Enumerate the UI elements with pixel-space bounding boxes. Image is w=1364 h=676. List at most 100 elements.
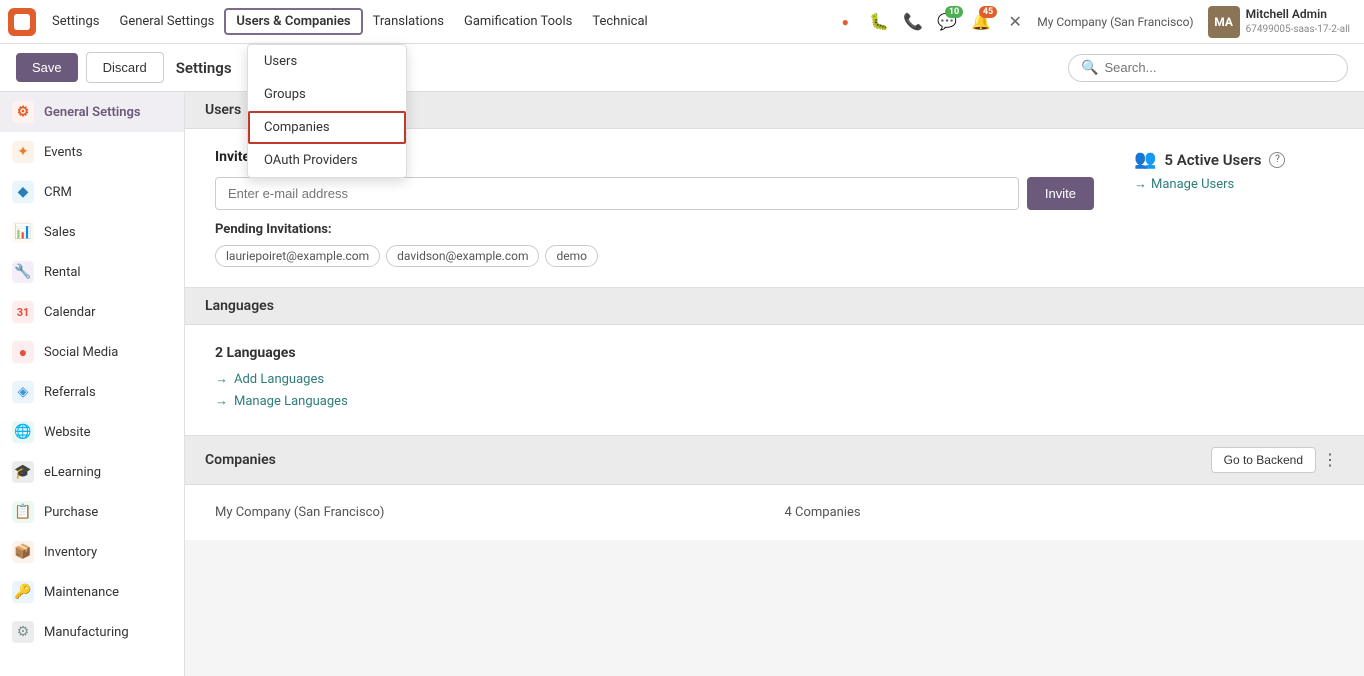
manage-users-link[interactable]: → Manage Users bbox=[1134, 176, 1334, 192]
discard-button[interactable]: Discard bbox=[86, 52, 164, 83]
sidebar-label-referrals: Referrals bbox=[44, 385, 96, 400]
nav-users-companies[interactable]: Users & Companies bbox=[224, 8, 362, 35]
app-logo[interactable] bbox=[8, 8, 36, 36]
nav-gamification-tools[interactable]: Gamification Tools bbox=[454, 10, 582, 33]
add-languages-label: Add Languages bbox=[234, 372, 324, 387]
user-id: 67499005-saas-17-2-all bbox=[1246, 23, 1350, 36]
sidebar-item-website[interactable]: 🌐 Website bbox=[0, 412, 184, 452]
general-settings-icon: ⚙ bbox=[12, 101, 34, 123]
pending-tag[interactable]: lauriepoiret@example.com bbox=[215, 245, 380, 267]
arrow-right-icon: → bbox=[1134, 176, 1147, 192]
sidebar-label-inventory: Inventory bbox=[44, 545, 97, 560]
nav-general-settings[interactable]: General Settings bbox=[109, 10, 224, 33]
nav-technical[interactable]: Technical bbox=[582, 10, 657, 33]
referrals-icon: ◈ bbox=[12, 381, 34, 403]
rental-icon: 🔧 bbox=[12, 261, 34, 283]
save-button[interactable]: Save bbox=[16, 53, 78, 82]
sidebar-label-sales: Sales bbox=[44, 225, 76, 240]
arrow-right-icon: → bbox=[215, 393, 228, 409]
sidebar-item-inventory[interactable]: 📦 Inventory bbox=[0, 532, 184, 572]
activity-icon[interactable]: 🔔45 bbox=[967, 8, 995, 36]
sidebar-item-calendar[interactable]: 31 Calendar bbox=[0, 292, 184, 332]
companies-section-body: My Company (San Francisco) 4 Companies bbox=[185, 485, 1364, 540]
maintenance-icon: 🔑 bbox=[12, 581, 34, 603]
sidebar-item-crm[interactable]: ◆ CRM bbox=[0, 172, 184, 212]
languages-count: 2 Languages bbox=[215, 345, 1334, 361]
companies-count-cell: 4 Companies bbox=[785, 505, 1335, 520]
sidebar-label-manufacturing: Manufacturing bbox=[44, 625, 129, 640]
company-name[interactable]: My Company (San Francisco) bbox=[1029, 15, 1201, 29]
nav-translations[interactable]: Translations bbox=[363, 10, 454, 33]
sidebar-label-maintenance: Maintenance bbox=[44, 585, 119, 600]
invite-button[interactable]: Invite bbox=[1027, 177, 1094, 210]
search-icon: 🔍 bbox=[1081, 60, 1098, 76]
user-name: Mitchell Admin bbox=[1246, 7, 1350, 23]
companies-section-header: Companies Go to Backend ⋮ bbox=[185, 436, 1364, 485]
sidebar-item-events[interactable]: ✦ Events bbox=[0, 132, 184, 172]
active-users-count: 5 Active Users bbox=[1164, 151, 1261, 169]
manage-languages-label: Manage Languages bbox=[234, 394, 348, 409]
sidebar-label-social-media: Social Media bbox=[44, 345, 118, 360]
dropdown-users[interactable]: Users bbox=[248, 45, 406, 78]
sidebar-label-elearning: eLearning bbox=[44, 465, 101, 480]
dropdown-companies[interactable]: Companies bbox=[248, 111, 406, 144]
users-companies-dropdown: Users Groups Companies OAuth Providers bbox=[247, 44, 407, 178]
manage-users-label: Manage Users bbox=[1151, 177, 1234, 192]
sidebar-item-manufacturing[interactable]: ⚙ Manufacturing bbox=[0, 612, 184, 652]
languages-section-header: Languages bbox=[185, 288, 1364, 325]
toolbar: Save Discard Settings 🔍 bbox=[0, 44, 1364, 92]
sidebar-item-elearning[interactable]: 🎓 eLearning bbox=[0, 452, 184, 492]
sidebar-item-sales[interactable]: 📊 Sales bbox=[0, 212, 184, 252]
avatar: MA bbox=[1208, 6, 1240, 38]
sidebar-item-social-media[interactable]: ● Social Media bbox=[0, 332, 184, 372]
email-input[interactable] bbox=[215, 177, 1019, 210]
nav-settings[interactable]: Settings bbox=[42, 10, 109, 33]
purchase-icon: 📋 bbox=[12, 501, 34, 523]
sidebar-item-purchase[interactable]: 📋 Purchase bbox=[0, 492, 184, 532]
phone-icon[interactable]: 📞 bbox=[899, 8, 927, 36]
user-menu[interactable]: MA Mitchell Admin 67499005-saas-17-2-all bbox=[1202, 6, 1356, 38]
dropdown-groups[interactable]: Groups bbox=[248, 78, 406, 111]
add-languages-link[interactable]: → Add Languages bbox=[215, 371, 1334, 387]
chat-icon[interactable]: 💬10 bbox=[933, 8, 961, 36]
sidebar-label-purchase: Purchase bbox=[44, 505, 98, 520]
arrow-right-icon: → bbox=[215, 371, 228, 387]
sales-icon: 📊 bbox=[12, 221, 34, 243]
manage-languages-link[interactable]: → Manage Languages bbox=[215, 393, 1334, 409]
pending-label: Pending Invitations: bbox=[215, 222, 1094, 237]
sidebar-item-general-settings[interactable]: ⚙ General Settings bbox=[0, 92, 184, 132]
social-media-icon: ● bbox=[12, 341, 34, 363]
website-icon: 🌐 bbox=[12, 421, 34, 443]
top-navigation: Settings General Settings Users & Compan… bbox=[0, 0, 1364, 44]
search-box[interactable]: 🔍 bbox=[1068, 54, 1348, 82]
active-users-section: 👥 5 Active Users ? → Manage Users bbox=[1134, 149, 1334, 192]
dropdown-oauth-providers[interactable]: OAuth Providers bbox=[248, 144, 406, 177]
sidebar-item-maintenance[interactable]: 🔑 Maintenance bbox=[0, 572, 184, 612]
go-to-backend-button[interactable]: Go to Backend bbox=[1211, 447, 1316, 473]
close-icon[interactable]: ✕ bbox=[1001, 8, 1029, 36]
sidebar-item-referrals[interactable]: ◈ Referrals bbox=[0, 372, 184, 412]
elearning-icon: 🎓 bbox=[12, 461, 34, 483]
manufacturing-icon: ⚙ bbox=[12, 621, 34, 643]
bug-icon[interactable]: 🐛 bbox=[865, 8, 893, 36]
sidebar: ⚙ General Settings ✦ Events ◆ CRM 📊 Sale… bbox=[0, 92, 185, 676]
inventory-icon: 📦 bbox=[12, 541, 34, 563]
search-input[interactable] bbox=[1104, 60, 1335, 75]
languages-section-body: 2 Languages → Add Languages → Manage Lan… bbox=[185, 325, 1364, 436]
events-icon: ✦ bbox=[12, 141, 34, 163]
help-icon[interactable]: ? bbox=[1269, 152, 1285, 168]
pending-tag[interactable]: davidson@example.com bbox=[386, 245, 539, 267]
activity-badge: 45 bbox=[979, 6, 997, 18]
sidebar-label-crm: CRM bbox=[44, 185, 72, 200]
crm-icon: ◆ bbox=[12, 181, 34, 203]
chat-badge: 10 bbox=[945, 6, 963, 18]
pending-tags: lauriepoiret@example.com davidson@exampl… bbox=[215, 245, 1094, 267]
page-title: Settings bbox=[176, 59, 232, 77]
company-name-cell: My Company (San Francisco) bbox=[215, 505, 765, 520]
sidebar-label-calendar: Calendar bbox=[44, 305, 96, 320]
status-red-icon[interactable]: ● bbox=[831, 8, 859, 36]
pending-tag[interactable]: demo bbox=[545, 245, 598, 267]
sidebar-label-general-settings: General Settings bbox=[44, 105, 141, 120]
more-options-button[interactable]: ⋮ bbox=[1316, 446, 1344, 474]
sidebar-item-rental[interactable]: 🔧 Rental bbox=[0, 252, 184, 292]
